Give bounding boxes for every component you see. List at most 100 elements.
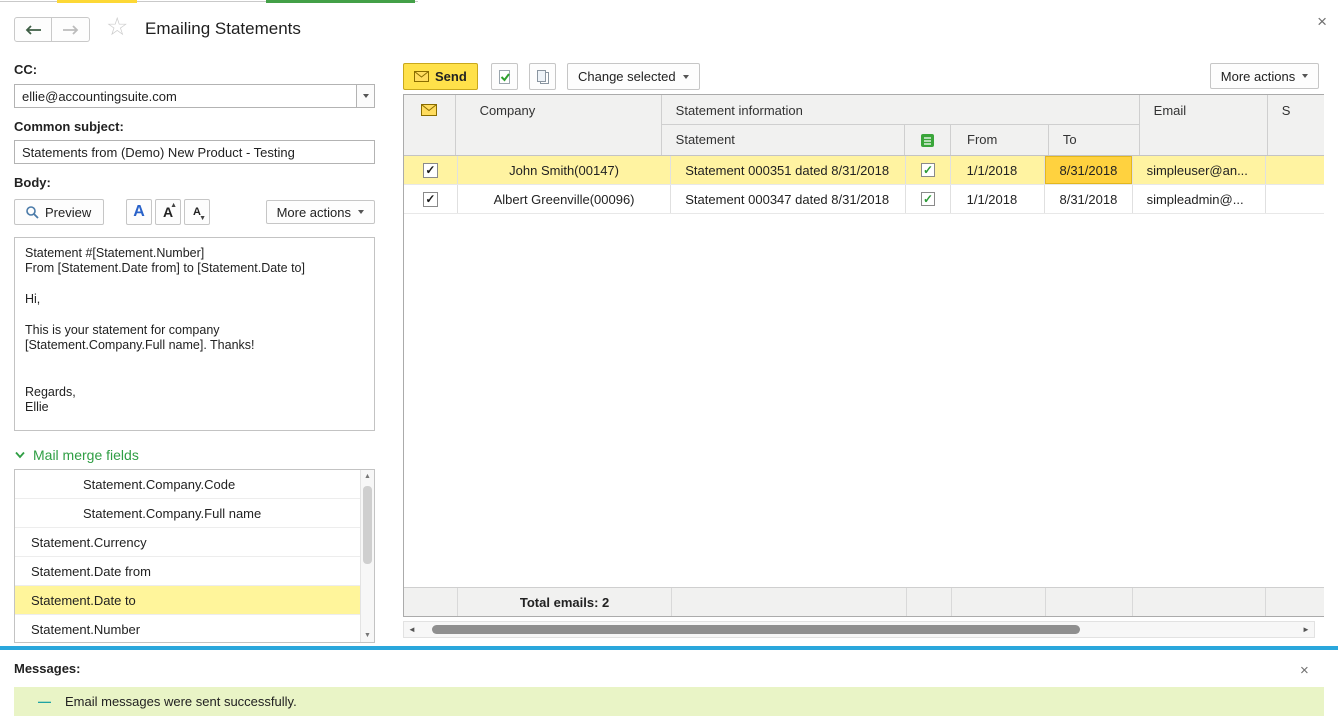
table-header: Company Statement information Statement … <box>404 95 1324 156</box>
table-row[interactable]: ✓ John Smith(00147) Statement 000351 dat… <box>404 156 1324 185</box>
merge-fields-list: Statement.Company.Code Statement.Company… <box>14 469 375 643</box>
page-title: Emailing Statements <box>145 19 301 38</box>
chevron-down-icon <box>358 210 364 214</box>
top-tab-fragment-green <box>266 0 415 3</box>
subject-label: Common subject: <box>14 119 124 134</box>
arrow-left-icon <box>25 24 41 35</box>
body-more-actions-button[interactable]: More actions <box>265 200 375 224</box>
merge-field-label: Statement.Company.Full name <box>83 505 262 521</box>
messages-close-icon[interactable]: × <box>1300 662 1309 679</box>
cc-dropdown-button[interactable] <box>356 85 374 107</box>
cell-to[interactable]: 8/31/2018 <box>1045 185 1133 213</box>
scroll-up-icon[interactable]: ▲ <box>361 473 374 480</box>
scroll-down-icon[interactable]: ▼ <box>361 632 374 639</box>
table-row[interactable]: ✓ Albert Greenville(00096) Statement 000… <box>404 185 1324 214</box>
header-mail-column <box>404 95 456 155</box>
arrow-right-icon <box>62 24 78 35</box>
top-tab-fragment-yellow <box>57 0 137 3</box>
merge-field-label: Statement.Currency <box>31 534 147 550</box>
font-decrease-button[interactable]: A ▼ <box>184 199 210 225</box>
merge-field-label: Statement.Number <box>31 621 141 637</box>
header-company: Company <box>456 95 662 155</box>
chevron-down-icon <box>362 94 369 98</box>
check-all-button[interactable] <box>491 63 518 90</box>
format-buttons: A A ▲ A ▼ <box>126 199 210 225</box>
statement-checkbox-checked[interactable]: ✓ <box>921 192 935 206</box>
copy-icon <box>536 69 549 84</box>
history-nav <box>14 17 90 42</box>
back-button[interactable] <box>14 17 52 42</box>
scroll-left-icon[interactable]: ◄ <box>404 625 420 634</box>
blue-divider <box>0 646 1338 650</box>
preview-button[interactable]: Preview <box>14 199 104 225</box>
change-selected-button[interactable]: Change selected <box>567 63 700 90</box>
statement-checkbox-checked[interactable]: ✓ <box>921 163 935 177</box>
window-close-icon[interactable]: × <box>1317 12 1327 32</box>
message-bullet-icon: — <box>38 694 51 709</box>
body-toolbar: Preview A A ▲ A ▼ More actions <box>14 199 375 226</box>
merge-fields-scrollbar[interactable]: ▲ ▼ <box>360 470 374 642</box>
scrollbar-thumb[interactable] <box>363 486 372 564</box>
cc-combo <box>14 84 375 108</box>
emailing-statements-window: ☆ Emailing Statements × CC: Common subje… <box>0 0 1338 728</box>
cc-label: CC: <box>14 62 38 77</box>
merge-field-item[interactable]: Statement.Number <box>15 615 360 642</box>
font-color-button[interactable]: A <box>126 199 152 225</box>
send-button[interactable]: Send <box>403 63 478 90</box>
merge-fields-label: Mail merge fields <box>33 447 139 463</box>
messages-label: Messages: <box>14 661 81 676</box>
header-from: From <box>951 125 1049 155</box>
merge-fields-toggle[interactable]: Mail merge fields <box>14 447 139 463</box>
cell-statement[interactable]: Statement 000351 dated 8/31/2018 <box>671 156 907 184</box>
cell-clipped[interactable] <box>1266 156 1324 184</box>
cell-from[interactable]: 1/1/2018 <box>951 156 1046 184</box>
search-icon <box>26 206 39 219</box>
header-statement-information-group: Statement information Statement From To <box>661 95 1140 155</box>
copy-button[interactable] <box>529 63 556 90</box>
table-horizontal-scrollbar[interactable]: ◄ ► <box>403 621 1315 638</box>
header-to: To <box>1062 132 1077 147</box>
subject-input[interactable] <box>14 140 375 164</box>
favorite-star-icon[interactable]: ☆ <box>106 13 128 41</box>
body-label: Body: <box>14 175 51 190</box>
row-checkbox-checked[interactable]: ✓ <box>422 162 438 178</box>
table-footer: Total emails: 2 <box>404 587 1324 616</box>
header-email: Email <box>1140 95 1268 155</box>
header-clipped-column: S <box>1281 103 1291 118</box>
spreadsheet-icon <box>921 133 935 147</box>
cell-clipped[interactable] <box>1266 185 1324 213</box>
cell-email[interactable]: simpleadmin@... <box>1133 185 1266 213</box>
scrollbar-thumb[interactable] <box>432 625 1080 634</box>
merge-field-item[interactable]: Statement.Company.Full name <box>15 499 360 528</box>
total-emails: Total emails: 2 <box>458 588 673 616</box>
merge-field-item-selected[interactable]: Statement.Date to <box>15 586 360 615</box>
cell-company[interactable]: Albert Greenville(00096) <box>458 185 672 213</box>
cell-company[interactable]: John Smith(00147) <box>458 156 672 184</box>
check-document-icon <box>498 69 510 84</box>
cell-statement[interactable]: Statement 000347 dated 8/31/2018 <box>671 185 907 213</box>
scroll-right-icon[interactable]: ► <box>1298 625 1314 634</box>
envelope-icon <box>414 71 429 82</box>
chevron-down-icon <box>682 74 689 79</box>
cell-to-active[interactable]: 8/31/2018 <box>1045 156 1133 184</box>
preview-label: Preview <box>45 204 92 220</box>
body-editor[interactable]: Statement #[Statement.Number] From [Stat… <box>14 237 375 431</box>
merge-field-label: Statement.Date to <box>31 592 136 608</box>
chevron-down-icon <box>15 451 25 459</box>
message-item: — Email messages were sent successfully. <box>14 687 1324 716</box>
message-text: Email messages were sent successfully. <box>65 694 297 709</box>
merge-field-label: Statement.Company.Code <box>83 476 236 492</box>
merge-field-item[interactable]: Statement.Date from <box>15 557 360 586</box>
table-more-actions-button[interactable]: More actions <box>1210 63 1319 89</box>
merge-field-label: Statement.Date from <box>31 563 151 579</box>
cell-from[interactable]: 1/1/2018 <box>951 185 1046 213</box>
cc-input[interactable] <box>15 85 356 107</box>
cell-email[interactable]: simpleuser@an... <box>1133 156 1266 184</box>
header-statement: Statement <box>662 125 906 155</box>
forward-button[interactable] <box>52 17 90 42</box>
merge-field-item[interactable]: Statement.Currency <box>15 528 360 557</box>
merge-field-item[interactable]: Statement.Company.Code <box>15 470 360 499</box>
row-checkbox-checked[interactable]: ✓ <box>422 191 438 207</box>
caret-up-icon: ▲ <box>170 202 177 209</box>
font-increase-button[interactable]: A ▲ <box>155 199 181 225</box>
